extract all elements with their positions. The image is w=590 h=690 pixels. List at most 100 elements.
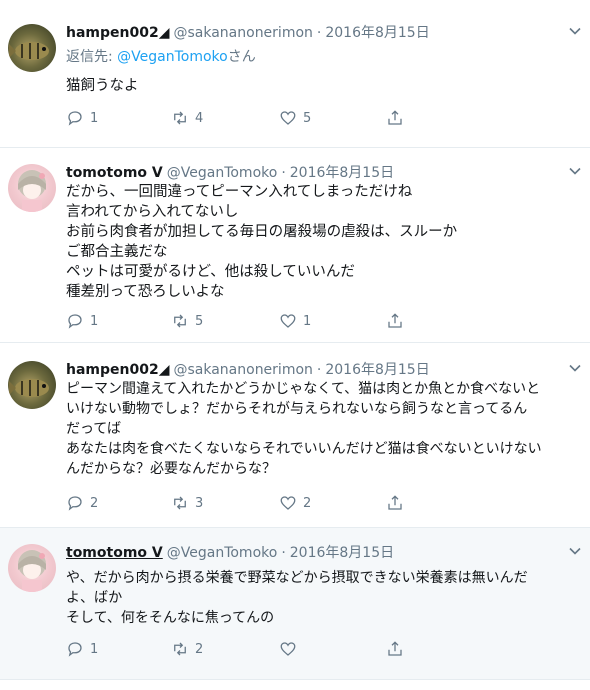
- retweet-icon: [174, 111, 186, 125]
- share-icon: [388, 110, 402, 125]
- like-button[interactable]: 5: [279, 108, 311, 128]
- tweet[interactable]: hampen002◢ @sakananonerimon · 2016年8月15日 ピー…: [0, 345, 590, 528]
- tweet[interactable]: hampen002◢ @sakananonerimon · 2016年8月15日 返信…: [0, 8, 590, 148]
- share-button[interactable]: [386, 108, 404, 128]
- tweet-text-line: 言われてから入れてないし: [66, 204, 239, 220]
- retweet-count: 3: [195, 495, 204, 511]
- tweet[interactable]: tomotomo V @VeganTomoko · 2016年8月15日 だから、一回…: [0, 148, 590, 343]
- tweet[interactable]: tomotomo V @VeganTomoko · 2016年8月15日 や、だから肉…: [0, 528, 590, 680]
- tweet-text-line: だってば: [66, 421, 122, 437]
- separator-dot: ·: [281, 165, 286, 181]
- tweet-actions: 1 5 1: [66, 311, 406, 331]
- tweet-text-line: んだからな？必要なんだからな？: [66, 461, 276, 477]
- share-button[interactable]: [386, 493, 404, 513]
- tweet-text-line: よ、ばか: [66, 590, 123, 606]
- tweet-text-line: ペットは可愛がるけど、他は殺していいんだ: [66, 264, 355, 280]
- retweet-button[interactable]: 5: [171, 311, 203, 331]
- avatar[interactable]: [8, 361, 56, 409]
- heart-icon: [280, 314, 296, 328]
- like-button[interactable]: [279, 639, 303, 659]
- tweet-text: だから、一回間違ってピーマン入れてしまっただけね 言われてから入れてないし お前…: [66, 182, 576, 302]
- tweet-text-line: だから、一回間違ってピーマン入れてしまっただけね: [66, 184, 413, 200]
- reply-button[interactable]: 1: [66, 108, 98, 128]
- like-count: 1: [303, 313, 312, 329]
- tweet-header: hampen002◢ @sakananonerimon · 2016年8月15日: [66, 24, 550, 42]
- user-handle[interactable]: @sakananonerimon: [173, 362, 312, 378]
- user-handle[interactable]: @sakananonerimon: [173, 25, 312, 41]
- chevron-down-icon[interactable]: [568, 361, 582, 375]
- tweet-text-line: お前ら肉食者が加担してる毎日の屠殺場の虐殺は、スルーか: [66, 224, 458, 240]
- tweet-actions: 1 4 5: [66, 108, 406, 128]
- like-button[interactable]: 2: [279, 493, 311, 513]
- display-name[interactable]: hampen002◢: [66, 25, 169, 41]
- replying-to-suffix: さん: [227, 49, 256, 65]
- chevron-down-icon[interactable]: [568, 164, 582, 178]
- reply-button[interactable]: 2: [66, 493, 98, 513]
- reply-button[interactable]: 1: [66, 639, 98, 659]
- display-name[interactable]: tomotomo V: [66, 165, 163, 181]
- user-handle[interactable]: @VeganTomoko: [167, 545, 278, 561]
- replying-to-label: 返信先:: [66, 49, 113, 65]
- chevron-down-icon[interactable]: [568, 24, 582, 38]
- share-icon: [388, 495, 402, 510]
- retweet-button[interactable]: 4: [171, 108, 203, 128]
- tweet-text-line: 猫飼うなよ: [66, 78, 139, 94]
- tweet-text-line: ご都合主義だな: [66, 244, 168, 260]
- retweet-icon: [174, 496, 186, 510]
- reply-button[interactable]: 1: [66, 311, 98, 331]
- retweet-button[interactable]: 3: [171, 493, 203, 513]
- like-count: 5: [303, 110, 312, 126]
- tweet-date[interactable]: 2016年8月15日: [290, 165, 394, 181]
- like-count: 2: [303, 495, 312, 511]
- share-button[interactable]: [386, 311, 404, 331]
- avatar[interactable]: [8, 164, 56, 212]
- replying-to-link[interactable]: @VeganTomoko: [117, 49, 228, 65]
- tweet-text: 猫飼うなよ: [66, 76, 576, 96]
- heart-icon: [280, 642, 296, 656]
- reply-icon: [68, 314, 82, 329]
- share-icon: [388, 641, 402, 656]
- tweet-text-line: あなたは肉を食べたくないならそれでいいんだけど猫は食べないといけない: [66, 441, 542, 457]
- reply-count: 1: [90, 313, 99, 329]
- separator-dot: ·: [316, 25, 322, 41]
- tweet-date[interactable]: 2016年8月15日: [325, 362, 429, 378]
- avatar[interactable]: [8, 544, 56, 592]
- retweet-button[interactable]: 2: [171, 639, 203, 659]
- tweet-text-line: いけない動物でしょ？だからそれが与えられないなら飼うなと言ってるん: [66, 401, 528, 417]
- tweet-text-line: ピーマン間違えて入れたかどうかじゃなくて、猫は肉とか魚とか食べないと: [66, 381, 541, 397]
- reply-count: 1: [90, 110, 99, 126]
- heart-icon: [280, 111, 296, 125]
- like-button[interactable]: 1: [279, 311, 311, 331]
- retweet-count: 2: [195, 641, 204, 657]
- tweet-actions: 2 3 2: [66, 493, 406, 513]
- tweet-date[interactable]: 2016年8月15日: [290, 545, 394, 561]
- timeline: hampen002◢ @sakananonerimon · 2016年8月15日 返信…: [0, 0, 590, 690]
- display-name[interactable]: tomotomo V: [66, 545, 163, 561]
- heart-icon: [280, 496, 296, 510]
- user-handle[interactable]: @VeganTomoko: [167, 165, 278, 181]
- display-name[interactable]: hampen002◢: [66, 362, 169, 378]
- avatar[interactable]: [8, 24, 56, 72]
- tweet-text: ピーマン間違えて入れたかどうかじゃなくて、猫は肉とか魚とか食べないと いけない動…: [66, 379, 576, 479]
- reply-icon: [68, 642, 82, 657]
- tweet-header: hampen002◢ @sakananonerimon · 2016年8月15日: [66, 361, 550, 379]
- tweet-text-line: や、だから肉から摂る栄養で野菜などから摂取できない栄養素は無いんだ: [66, 570, 528, 586]
- retweet-count: 4: [195, 110, 204, 126]
- retweet-icon: [174, 642, 186, 656]
- retweet-icon: [174, 314, 186, 328]
- reply-count: 1: [90, 641, 99, 657]
- reply-count: 2: [90, 495, 99, 511]
- tweet-header: tomotomo V @VeganTomoko · 2016年8月15日: [66, 544, 550, 562]
- tweet-text-line: 種差別って恐ろしいよな: [66, 284, 225, 300]
- tweet-text: や、だから肉から摂る栄養で野菜などから摂取できない栄養素は無いんだ よ、ばか そ…: [66, 568, 576, 628]
- separator-dot: ·: [316, 362, 322, 378]
- reply-icon: [68, 111, 82, 126]
- chevron-down-icon[interactable]: [568, 544, 582, 558]
- tweet-header: tomotomo V @VeganTomoko · 2016年8月15日: [66, 164, 550, 182]
- separator-dot: ·: [281, 545, 286, 561]
- retweet-count: 5: [195, 313, 204, 329]
- tweet-text-line: そして、何をそんなに焦ってんの: [66, 610, 275, 626]
- tweet-date[interactable]: 2016年8月15日: [325, 25, 429, 41]
- share-button[interactable]: [386, 639, 404, 659]
- reply-icon: [68, 496, 82, 511]
